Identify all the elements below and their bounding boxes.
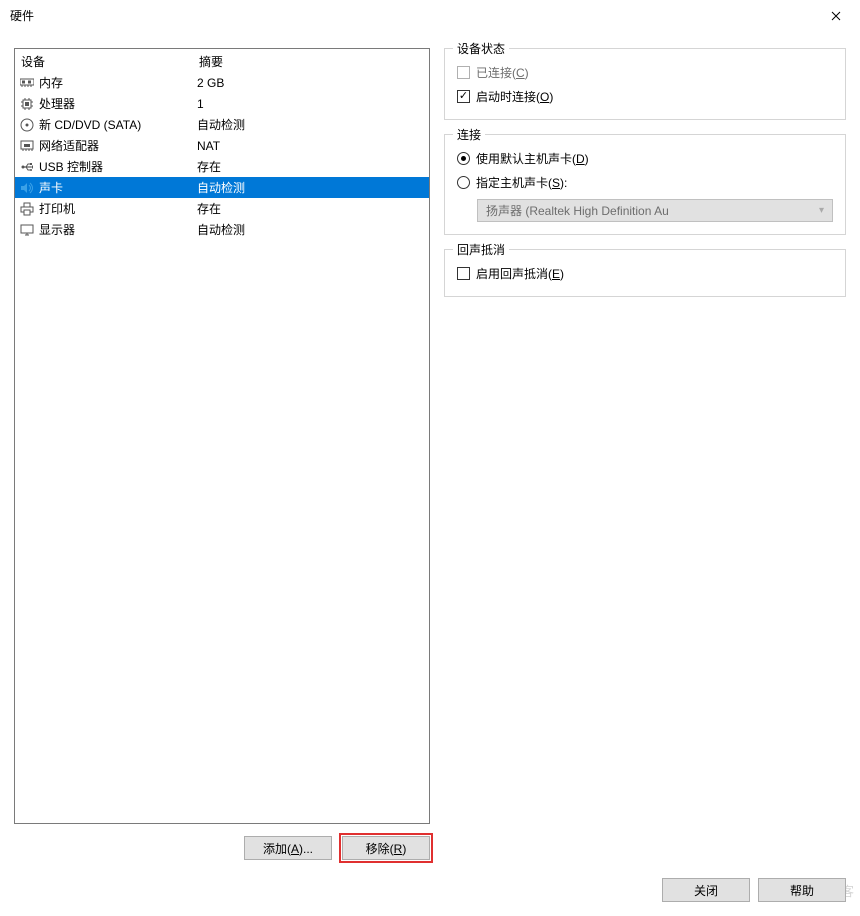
right-column: 设备状态 已连接(C) ✓ 启动时连接(O) 连接 使用默认主机声卡(D) [444, 48, 846, 860]
device-name: USB 控制器 [39, 158, 197, 175]
device-name: 声卡 [39, 179, 197, 196]
device-row-cpu[interactable]: 处理器 1 [15, 93, 429, 114]
close-icon[interactable] [813, 1, 859, 31]
help-button[interactable]: 帮助 [758, 878, 846, 902]
use-default-row[interactable]: 使用默认主机声卡(D) [457, 147, 833, 169]
column-device: 设备 [21, 53, 199, 70]
connect-on-start-row[interactable]: ✓ 启动时连接(O) [457, 85, 833, 107]
footer-buttons: 关闭 帮助 [662, 878, 846, 902]
group-echo: 回声抵消 启用回声抵消(E) [444, 249, 846, 297]
device-name: 处理器 [39, 95, 197, 112]
device-row-usb[interactable]: USB 控制器 存在 [15, 156, 429, 177]
window-title: 硬件 [10, 7, 34, 24]
specify-row[interactable]: 指定主机声卡(S): [457, 171, 833, 193]
printer-icon [19, 201, 35, 217]
device-summary: 存在 [197, 158, 429, 175]
cpu-icon [19, 96, 35, 112]
group-connection-legend: 连接 [453, 126, 485, 143]
remove-label: 移除(R) [366, 842, 407, 856]
soundcard-select: 扬声器 (Realtek High Definition Au ▾ [477, 199, 833, 222]
device-name: 网络适配器 [39, 137, 197, 154]
main-area: 设备 摘要 内存 2 GB 处理器 1 [14, 48, 846, 860]
checkbox-connected [457, 66, 470, 79]
display-icon [19, 222, 35, 238]
add-label: 添加(A)... [263, 842, 313, 856]
checkbox-enable-echo[interactable] [457, 267, 470, 280]
enable-echo-label: 启用回声抵消(E) [476, 265, 564, 282]
connect-on-start-label: 启动时连接(O) [476, 88, 553, 105]
device-row-nic[interactable]: 网络适配器 NAT [15, 135, 429, 156]
device-name: 内存 [39, 74, 197, 91]
device-row-cddvd[interactable]: 新 CD/DVD (SATA) 自动检测 [15, 114, 429, 135]
device-row-sound[interactable]: 声卡 自动检测 [15, 177, 429, 198]
group-connection: 连接 使用默认主机声卡(D) 指定主机声卡(S): 扬声器 (Realtek H… [444, 134, 846, 235]
enable-echo-row[interactable]: 启用回声抵消(E) [457, 262, 833, 284]
add-button[interactable]: 添加(A)... [244, 836, 332, 860]
device-summary: 2 GB [197, 76, 429, 90]
use-default-label: 使用默认主机声卡(D) [476, 150, 589, 167]
device-row-printer[interactable]: 打印机 存在 [15, 198, 429, 219]
device-summary: NAT [197, 139, 429, 153]
soundcard-select-value: 扬声器 (Realtek High Definition Au [486, 202, 669, 219]
device-name: 打印机 [39, 200, 197, 217]
device-name: 显示器 [39, 221, 197, 238]
device-list[interactable]: 设备 摘要 内存 2 GB 处理器 1 [14, 48, 430, 824]
device-summary: 自动检测 [197, 116, 429, 133]
left-column: 设备 摘要 内存 2 GB 处理器 1 [14, 48, 430, 860]
memory-icon [19, 75, 35, 91]
device-summary: 自动检测 [197, 221, 429, 238]
device-summary: 存在 [197, 200, 429, 217]
usb-icon [19, 159, 35, 175]
group-device-status: 设备状态 已连接(C) ✓ 启动时连接(O) [444, 48, 846, 120]
checkbox-connect-on-start[interactable]: ✓ [457, 90, 470, 103]
connected-row: 已连接(C) [457, 61, 833, 83]
device-list-header: 设备 摘要 [15, 49, 429, 72]
device-summary: 自动检测 [197, 179, 429, 196]
radio-use-default[interactable] [457, 152, 470, 165]
group-device-status-legend: 设备状态 [453, 40, 509, 57]
device-row-memory[interactable]: 内存 2 GB [15, 72, 429, 93]
close-button[interactable]: 关闭 [662, 878, 750, 902]
titlebar: 硬件 [0, 0, 860, 32]
radio-specify[interactable] [457, 176, 470, 189]
specify-label: 指定主机声卡(S): [476, 174, 567, 191]
group-echo-legend: 回声抵消 [453, 241, 509, 258]
remove-button[interactable]: 移除(R) [342, 836, 430, 860]
device-row-display[interactable]: 显示器 自动检测 [15, 219, 429, 240]
device-buttons: 添加(A)... 移除(R) [14, 836, 430, 860]
sound-icon [19, 180, 35, 196]
connected-label: 已连接(C) [476, 64, 529, 81]
disc-icon [19, 117, 35, 133]
chevron-down-icon: ▾ [819, 205, 824, 216]
column-summary: 摘要 [199, 53, 223, 70]
nic-icon [19, 138, 35, 154]
device-summary: 1 [197, 97, 429, 111]
device-name: 新 CD/DVD (SATA) [39, 116, 197, 133]
